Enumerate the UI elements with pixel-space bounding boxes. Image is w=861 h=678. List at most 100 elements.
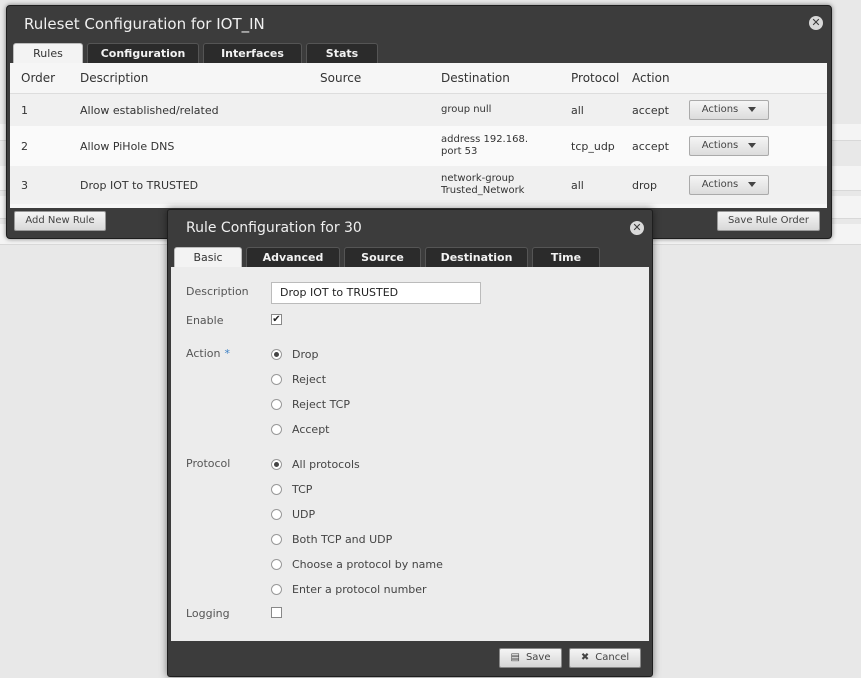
save-rule-order-button[interactable]: Save Rule Order: [717, 211, 820, 231]
cancel-button[interactable]: ✖ Cancel: [569, 648, 641, 668]
radio-label: Reject: [292, 373, 327, 386]
column-header-description[interactable]: Description: [80, 63, 320, 94]
enable-label: Enable: [186, 314, 224, 327]
description-input[interactable]: Drop IOT to TRUSTED: [271, 282, 481, 304]
radio-button[interactable]: [271, 374, 282, 385]
tab-rules[interactable]: Rules: [13, 43, 83, 64]
tab-source[interactable]: Source: [344, 247, 421, 268]
cancel-button-label: Cancel: [595, 652, 630, 663]
logging-checkbox[interactable]: [271, 607, 282, 618]
table-row[interactable]: 3 Drop IOT to TRUSTED network-group Trust…: [10, 166, 827, 204]
radio-button[interactable]: [271, 424, 282, 435]
radio-button[interactable]: [271, 584, 282, 595]
description-label: Description: [186, 285, 249, 298]
tab-time[interactable]: Time: [532, 247, 600, 268]
logging-label: Logging: [186, 607, 230, 620]
rule-protocol: all: [571, 166, 632, 204]
rule-action: accept: [632, 126, 689, 166]
rules-table-panel: Order Description Source Destination Pro…: [10, 63, 827, 208]
rule-actions-cell: Actions: [689, 93, 827, 126]
tab-advanced[interactable]: Advanced: [246, 247, 340, 268]
actions-dropdown-button[interactable]: Actions: [689, 100, 769, 120]
radio-button[interactable]: [271, 534, 282, 545]
actions-button-label: Actions: [701, 104, 739, 115]
radio-label: Reject TCP: [292, 398, 350, 411]
required-mark: *: [224, 347, 230, 360]
radio-label: Drop: [292, 348, 319, 361]
tab-basic[interactable]: Basic: [174, 247, 242, 268]
radio-label: All protocols: [292, 458, 360, 471]
actions-button-label: Actions: [701, 140, 739, 151]
ruleset-dialog: Ruleset Configuration for IOT_IN ✕ Rules…: [6, 5, 832, 239]
chevron-down-icon: [748, 142, 757, 148]
radio-button-selected[interactable]: [271, 349, 282, 360]
save-icon: ▤: [510, 652, 520, 663]
rule-source: [320, 166, 441, 204]
radio-button[interactable]: [271, 399, 282, 410]
rule-destination-line: port 53: [441, 146, 478, 157]
cancel-icon: ✖: [580, 652, 590, 663]
table-row[interactable]: 1 Allow established/related group null a…: [10, 93, 827, 126]
action-label: Action *: [186, 347, 230, 360]
radio-label: UDP: [292, 508, 316, 521]
rule-protocol: tcp_udp: [571, 126, 632, 166]
rule-config-dialog: Rule Configuration for 30 ✕ Basic Advanc…: [167, 209, 653, 677]
rule-destination: group null: [441, 93, 571, 126]
rule-order: 1: [10, 93, 80, 126]
save-button[interactable]: ▤ Save: [499, 648, 562, 668]
rule-config-tabs: Basic Advanced Source Destination Time: [174, 247, 604, 268]
actions-dropdown-button[interactable]: Actions: [689, 175, 769, 195]
save-button-label: Save: [525, 652, 551, 663]
column-header-action[interactable]: Action: [632, 63, 689, 94]
rule-source: [320, 93, 441, 126]
rule-config-basic-panel: Description Drop IOT to TRUSTED Enable ✔…: [171, 267, 649, 641]
column-header-actions: [689, 63, 827, 94]
rule-description: Allow established/related: [80, 93, 320, 126]
rule-protocol: all: [571, 93, 632, 126]
rules-table: Order Description Source Destination Pro…: [10, 63, 827, 204]
radio-label: Choose a protocol by name: [292, 558, 443, 571]
rule-destination: network-group Trusted_Network: [441, 166, 571, 204]
radio-label: TCP: [292, 483, 313, 496]
column-header-protocol[interactable]: Protocol: [571, 63, 632, 94]
radio-button[interactable]: [271, 559, 282, 570]
actions-button-label: Actions: [701, 179, 739, 190]
rule-source: [320, 126, 441, 166]
radio-button[interactable]: [271, 484, 282, 495]
rule-actions-cell: Actions: [689, 166, 827, 204]
add-new-rule-button[interactable]: Add New Rule: [14, 211, 106, 231]
rule-actions-cell: Actions: [689, 126, 827, 166]
radio-label: Accept: [292, 423, 330, 436]
chevron-down-icon: [748, 106, 757, 112]
rule-action: drop: [632, 166, 689, 204]
rule-destination: address 192.168. port 53: [441, 126, 571, 166]
tab-interfaces[interactable]: Interfaces: [203, 43, 302, 64]
tab-configuration[interactable]: Configuration: [87, 43, 199, 64]
column-header-order[interactable]: Order: [10, 63, 80, 94]
column-header-destination[interactable]: Destination: [441, 63, 571, 94]
rule-order: 2: [10, 126, 80, 166]
rule-description: Drop IOT to TRUSTED: [80, 166, 320, 204]
rule-config-title: Rule Configuration for 30: [186, 220, 362, 236]
ruleset-close-icon[interactable]: ✕: [809, 16, 823, 30]
radio-button-selected[interactable]: [271, 459, 282, 470]
column-header-source[interactable]: Source: [320, 63, 441, 94]
rule-destination-line: group null: [441, 104, 492, 115]
rule-destination-line: Trusted_Network: [441, 185, 525, 196]
actions-dropdown-button[interactable]: Actions: [689, 136, 769, 156]
rule-destination-line: address 192.168.: [441, 134, 528, 145]
tab-destination[interactable]: Destination: [425, 247, 528, 268]
table-row[interactable]: 2 Allow PiHole DNS address 192.168. port …: [10, 126, 827, 166]
radio-button[interactable]: [271, 509, 282, 520]
ruleset-dialog-title: Ruleset Configuration for IOT_IN: [24, 15, 265, 33]
protocol-label: Protocol: [186, 457, 231, 470]
radio-label: Both TCP and UDP: [292, 533, 393, 546]
enable-checkbox[interactable]: ✔: [271, 314, 282, 325]
radio-label: Enter a protocol number: [292, 583, 427, 596]
rule-description: Allow PiHole DNS: [80, 126, 320, 166]
tab-stats[interactable]: Stats: [306, 43, 378, 64]
chevron-down-icon: [748, 181, 757, 187]
rule-config-close-icon[interactable]: ✕: [630, 221, 644, 235]
table-header-row: Order Description Source Destination Pro…: [10, 63, 827, 94]
ruleset-tabs: Rules Configuration Interfaces Stats: [13, 43, 382, 64]
